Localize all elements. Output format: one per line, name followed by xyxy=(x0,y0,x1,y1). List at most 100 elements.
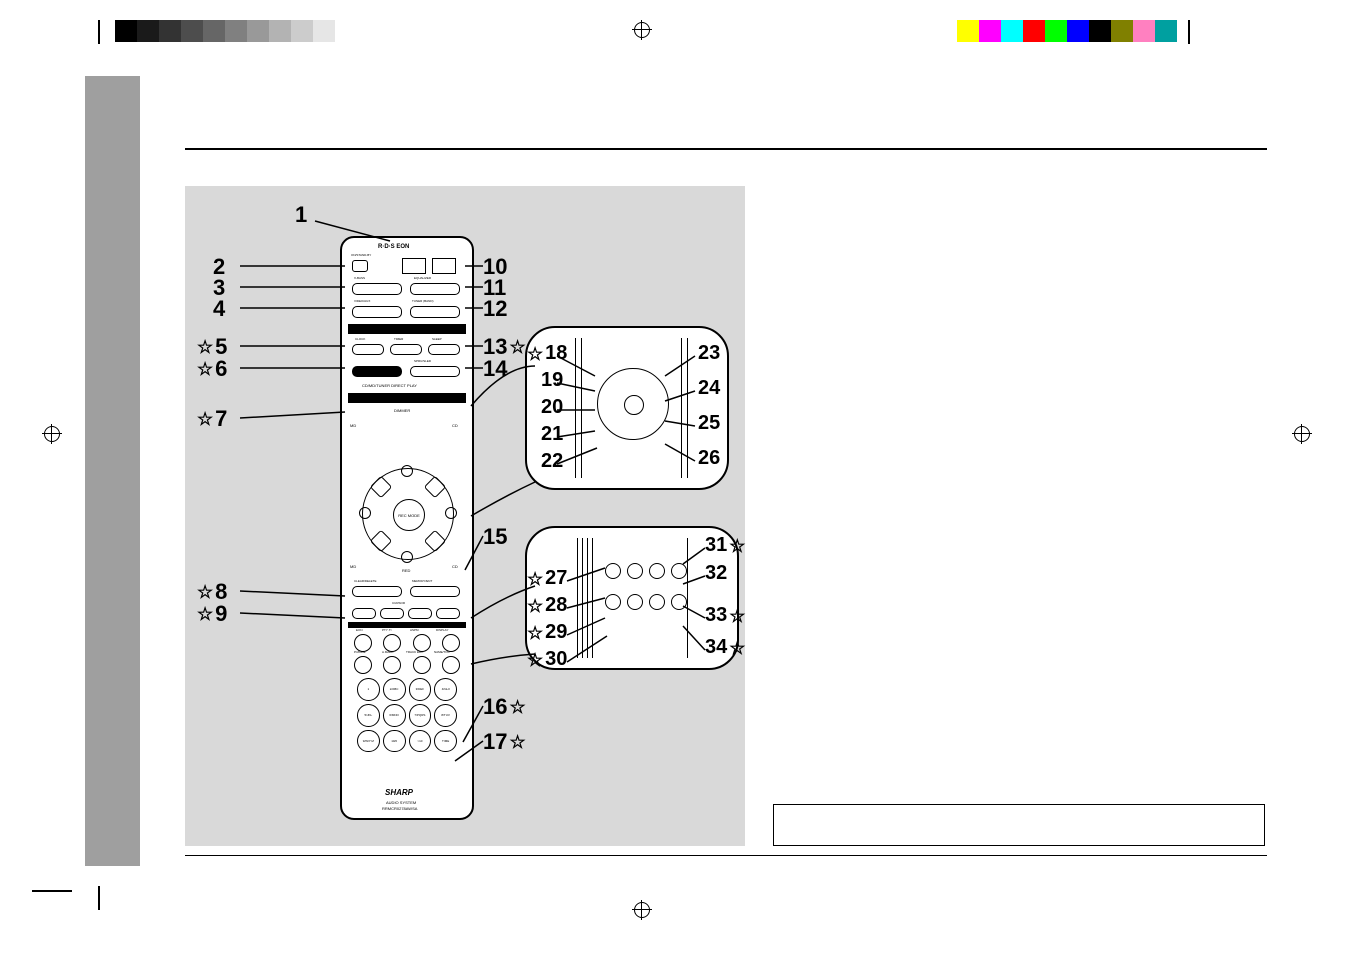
callout-17: 17☆ xyxy=(483,729,526,755)
swatch xyxy=(225,20,247,42)
swatch xyxy=(203,20,225,42)
swatch xyxy=(247,20,269,42)
swatch xyxy=(1001,20,1023,42)
figure-panel: R·D·S EON ON/STAND-BY X-BASS EQUALIZER V… xyxy=(185,186,745,846)
btn-clock xyxy=(352,344,384,355)
btn-cursor-r xyxy=(436,608,460,619)
model-1: AUDIO SYSTEM xyxy=(386,800,416,805)
lbl-dimmer: DIMMER xyxy=(394,408,410,413)
remote-illustration: R·D·S EON ON/STAND-BY X-BASS EQUALIZER V… xyxy=(340,236,474,820)
callout-15: 15 xyxy=(483,524,507,550)
print-top-row xyxy=(0,20,1351,50)
star-icon: ☆ xyxy=(509,338,525,356)
lbl-md: MD xyxy=(350,423,356,428)
lbl-aspm: ASPM xyxy=(410,628,419,632)
lbl-md2: MD xyxy=(350,564,356,569)
side-dot xyxy=(401,551,413,563)
divider-band xyxy=(348,393,466,403)
btn-tuner xyxy=(410,306,460,318)
callout-32: 32 xyxy=(705,562,727,585)
swatch xyxy=(957,20,979,42)
star-icon: ☆ xyxy=(729,537,745,555)
star-icon: ☆ xyxy=(729,607,745,625)
bottom-rule xyxy=(185,855,1267,856)
btn-square xyxy=(402,258,426,274)
grayscale-bar xyxy=(115,20,335,42)
keypad-key: 1 xyxy=(357,678,380,701)
lbl-display: DISPLAY xyxy=(436,628,448,632)
diag-btn xyxy=(424,476,447,499)
callout-24: 24 xyxy=(698,377,720,400)
callout-6: ☆6 xyxy=(197,356,227,382)
swatch xyxy=(1133,20,1155,42)
btn-video-aux xyxy=(352,306,402,318)
lbl-sleep: SLEEP xyxy=(432,337,442,341)
btn-xbass xyxy=(352,283,402,295)
lbl-pmode: P.MODE xyxy=(354,650,365,654)
star-icon: ☆ xyxy=(197,360,213,378)
swatch xyxy=(115,20,137,42)
lbl-timer: TIMER xyxy=(394,337,403,341)
keypad-key: TIME xyxy=(434,730,457,753)
callout-22: 22 xyxy=(541,450,563,473)
swatch xyxy=(313,20,335,42)
lbl-name: NAME/TOC xyxy=(434,650,450,654)
callout-23: 23 xyxy=(698,342,720,365)
star-icon: ☆ xyxy=(527,624,543,642)
lbl-amark: A.MARK xyxy=(382,650,394,654)
btn-cursor-l xyxy=(352,608,376,619)
btn-clear xyxy=(352,586,402,597)
numeric-keypad: 12/ABC3/DEF4/GHI5/JKL6/MNO7/PQRS8/TUV9/W… xyxy=(357,678,457,778)
crop-mark xyxy=(98,886,100,910)
brand-top: R·D·S EON xyxy=(378,244,409,250)
keypad-key: 5/JKL xyxy=(357,704,380,727)
star-icon: ☆ xyxy=(197,410,213,428)
lbl-on-standby: ON/STAND-BY xyxy=(351,253,371,257)
swatch xyxy=(1045,20,1067,42)
swatch xyxy=(1023,20,1045,42)
callout-1: 1 xyxy=(295,202,307,228)
lbl-eon: EON xyxy=(356,628,363,632)
star-icon: ☆ xyxy=(729,639,745,657)
diag-btn xyxy=(370,530,393,553)
star-icon: ☆ xyxy=(527,570,543,588)
lbl-direct: CD/MD/TUNER DIRECT PLAY xyxy=(362,383,417,388)
callout-27: ☆27 xyxy=(527,567,567,590)
btn-timer xyxy=(390,344,422,355)
lbl-clock: CLOCK xyxy=(355,337,365,341)
crop-mark xyxy=(98,20,100,44)
star-icon: ☆ xyxy=(197,605,213,623)
model-2: RRMCR0278AWSA xyxy=(382,806,417,811)
btn-cursor xyxy=(380,608,404,619)
registration-mark xyxy=(632,20,652,40)
keypad-key: 7/PQRS xyxy=(409,704,432,727)
swatch xyxy=(1155,20,1177,42)
registration-mark xyxy=(1292,424,1312,444)
keypad-key: 9/WXYZ xyxy=(357,730,380,753)
keypad-key: 6/MNO xyxy=(383,704,406,727)
callout-30: ☆30 xyxy=(527,648,567,671)
callout-25: 25 xyxy=(698,412,720,435)
lbl-xbass: X-BASS xyxy=(354,276,365,280)
lbl-clear: CLEAR/DELETE xyxy=(354,579,377,583)
callout-18: ☆18 xyxy=(527,342,567,365)
hub-rec-mode: REC MODE xyxy=(393,499,425,531)
caption-box xyxy=(773,804,1265,846)
section-tab xyxy=(85,76,140,866)
lbl-memory: MEMORY/ENT xyxy=(412,579,432,583)
round-row2 xyxy=(354,656,460,674)
keypad-key: 8/TUV xyxy=(434,704,457,727)
diag-btn xyxy=(424,530,447,553)
keypad-key: 3/DEF xyxy=(409,678,432,701)
callout-20: 20 xyxy=(541,396,563,419)
lbl-spru: SPRU/SLED xyxy=(414,359,431,363)
star-icon: ☆ xyxy=(197,583,213,601)
swatch xyxy=(291,20,313,42)
inset1-dial xyxy=(597,368,669,440)
callout-16: 16☆ xyxy=(483,694,526,720)
swatch xyxy=(159,20,181,42)
callout-33: 33☆ xyxy=(705,604,745,627)
lbl-cd2: CD xyxy=(452,564,458,569)
color-bar xyxy=(957,20,1177,42)
callout-4: 4 xyxy=(213,296,225,322)
